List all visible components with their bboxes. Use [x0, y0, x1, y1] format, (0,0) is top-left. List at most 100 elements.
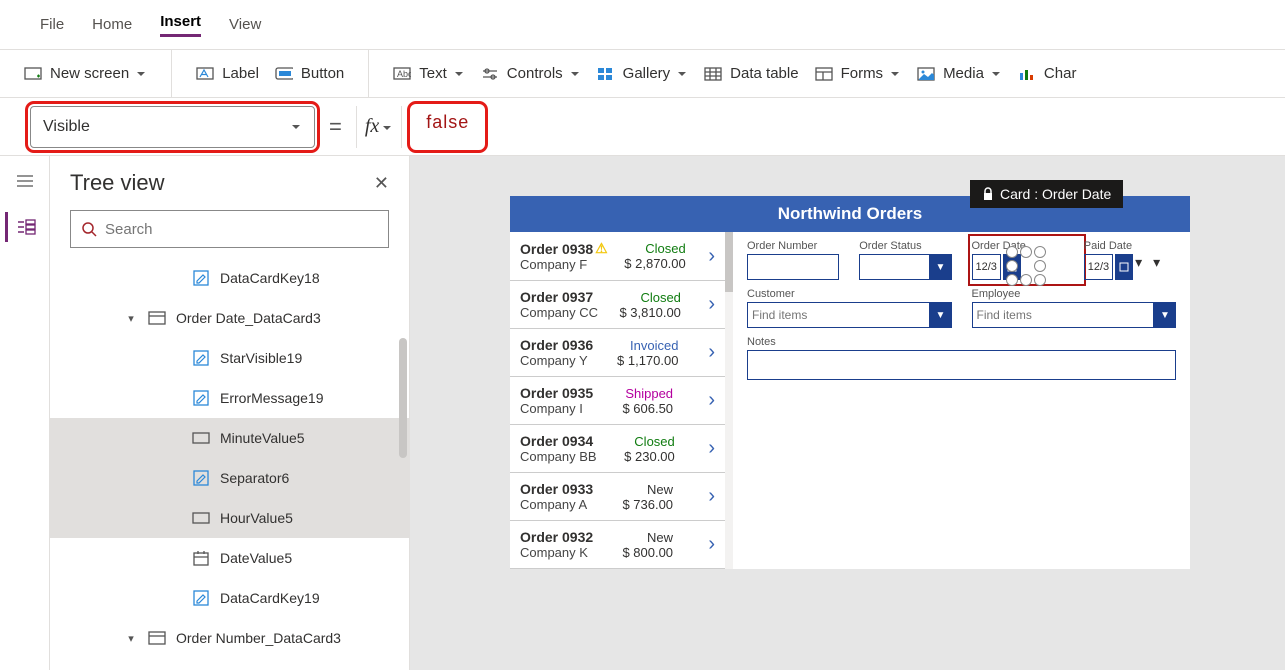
controls-label: Controls: [507, 65, 563, 82]
media-label: Media: [943, 65, 984, 82]
search-field[interactable]: [105, 221, 378, 238]
tree-node[interactable]: ErrorMessage19: [50, 378, 409, 418]
chevron-down-icon: [455, 65, 465, 82]
order-id: Order 0938⚠: [520, 240, 608, 257]
order-row[interactable]: Order 0937Company CCClosed$ 3,810.00›: [510, 281, 725, 329]
node-label: ErrorMessage19: [220, 390, 324, 406]
data-table-label: Data table: [730, 65, 798, 82]
order-row[interactable]: Order 0932Company KNew$ 800.00›: [510, 521, 725, 569]
tree-node[interactable]: ▾Order Number_DataCard3: [50, 618, 409, 658]
tree-node[interactable]: DateValue5: [50, 538, 409, 578]
tree-view-icon[interactable]: [5, 212, 45, 242]
node-label: Order Date_DataCard3: [176, 310, 321, 326]
tree-node[interactable]: HourValue5: [50, 498, 409, 538]
controls-button[interactable]: Controls: [473, 61, 589, 87]
property-dropdown[interactable]: Visible: [30, 106, 315, 148]
chart-icon: [1018, 65, 1036, 83]
equals-sign: =: [325, 114, 346, 140]
chevron-down-icon: [992, 65, 1002, 82]
gallery-button[interactable]: Gallery: [589, 61, 697, 87]
order-company: Company BB: [520, 449, 597, 464]
node-icon: [148, 629, 166, 647]
order-list[interactable]: Order 0938⚠Company FClosed$ 2,870.00›Ord…: [510, 232, 725, 569]
chevron-down-icon: [137, 65, 147, 82]
charts-label: Char: [1044, 65, 1077, 82]
list-scrollbar[interactable]: [725, 232, 733, 569]
menu-insert[interactable]: Insert: [160, 13, 201, 37]
media-button[interactable]: Media: [909, 61, 1010, 87]
order-row[interactable]: Order 0938⚠Company FClosed$ 2,870.00›: [510, 232, 725, 281]
node-icon: [192, 509, 210, 527]
notes-input[interactable]: [747, 350, 1176, 380]
search-input[interactable]: [70, 210, 389, 248]
customer-select[interactable]: ▼: [747, 302, 952, 328]
order-amount: $ 3,810.00: [619, 305, 680, 320]
chevron-right-icon: ›: [702, 245, 715, 268]
label-button[interactable]: Label: [188, 61, 267, 87]
canvas[interactable]: Card : Order Date Northwind Orders Order…: [410, 156, 1285, 670]
formula-input[interactable]: false: [412, 106, 483, 148]
forms-button[interactable]: Forms: [807, 61, 910, 87]
order-status: New: [622, 530, 673, 545]
employee-select[interactable]: ▼: [972, 302, 1177, 328]
chevron-down-icon: [678, 65, 688, 82]
node-icon: [192, 269, 210, 287]
order-company: Company F: [520, 257, 608, 272]
calendar-icon[interactable]: [1115, 254, 1133, 280]
node-icon: [192, 469, 210, 487]
hamburger-icon[interactable]: [5, 166, 45, 196]
menu-view[interactable]: View: [229, 16, 261, 33]
tree-node[interactable]: ▾ Order Date_DataCard3: [50, 298, 409, 338]
order-amount: $ 2,870.00: [624, 256, 685, 271]
chevron-right-icon: ›: [702, 389, 715, 412]
node-icon: [192, 349, 210, 367]
order-company: Company A: [520, 497, 593, 512]
expand-icon[interactable]: ▾: [124, 632, 138, 645]
tree-node[interactable]: MinuteValue5: [50, 418, 409, 458]
close-icon[interactable]: ✕: [374, 173, 389, 194]
chevron-right-icon: ›: [702, 437, 715, 460]
menu-home[interactable]: Home: [92, 16, 132, 33]
fx-button[interactable]: fx: [356, 106, 402, 148]
order-number-input[interactable]: [747, 254, 839, 280]
gallery-label: Gallery: [623, 65, 671, 82]
order-row[interactable]: Order 0936Company YInvoiced$ 1,170.00›: [510, 329, 725, 377]
order-status-select[interactable]: ▼: [859, 254, 951, 280]
expand-icon[interactable]: ▾: [124, 312, 138, 325]
order-amount: $ 736.00: [622, 497, 673, 512]
field-label: Paid Date: [1084, 240, 1176, 252]
formula-bar: Visible = fx false: [0, 98, 1285, 156]
menu-file[interactable]: File: [40, 16, 64, 33]
tree-node[interactable]: StarVisible19: [50, 338, 409, 378]
order-company: Company Y: [520, 353, 593, 368]
order-row[interactable]: Order 0935Company IShipped$ 606.50›: [510, 377, 725, 425]
order-company: Company I: [520, 401, 593, 416]
left-rail: [0, 156, 50, 670]
paid-date-picker[interactable]: 12/3 ▾ ▾: [1084, 254, 1176, 280]
chevron-right-icon: ›: [702, 485, 715, 508]
node-label: DataCardKey19: [220, 590, 320, 606]
node-label: Separator6: [220, 470, 289, 486]
main-area: Tree view ✕ DataCardKey18▾Order Date_Dat…: [0, 156, 1285, 670]
data-table-button[interactable]: Data table: [696, 61, 806, 87]
new-screen-button[interactable]: New screen: [16, 61, 155, 87]
order-row[interactable]: Order 0934Company BBClosed$ 230.00›: [510, 425, 725, 473]
field-label: Customer: [747, 288, 952, 300]
chevron-right-icon: ›: [702, 533, 715, 556]
node-label: MinuteValue5: [220, 430, 305, 446]
charts-button[interactable]: Char: [1010, 61, 1085, 87]
property-value: Visible: [43, 118, 90, 136]
text-label: Text: [419, 65, 447, 82]
tree-node[interactable]: DataCardKey18: [50, 258, 409, 298]
order-company: Company K: [520, 545, 593, 560]
tree-body[interactable]: DataCardKey18 ▾ Order Date_DataCard3 StarVi…: [50, 258, 409, 670]
tree-view-pane: Tree view ✕ DataCardKey18▾Order Date_Dat…: [50, 156, 410, 670]
tree-node[interactable]: Separator6: [50, 458, 409, 498]
order-id: Order 0936: [520, 337, 593, 353]
field-label: Order Number: [747, 240, 839, 252]
button-button[interactable]: Button: [267, 61, 352, 87]
scrollbar-thumb[interactable]: [399, 338, 407, 458]
text-button[interactable]: Abc Text: [385, 61, 473, 87]
order-row[interactable]: Order 0933Company ANew$ 736.00›: [510, 473, 725, 521]
tree-node[interactable]: DataCardKey19: [50, 578, 409, 618]
